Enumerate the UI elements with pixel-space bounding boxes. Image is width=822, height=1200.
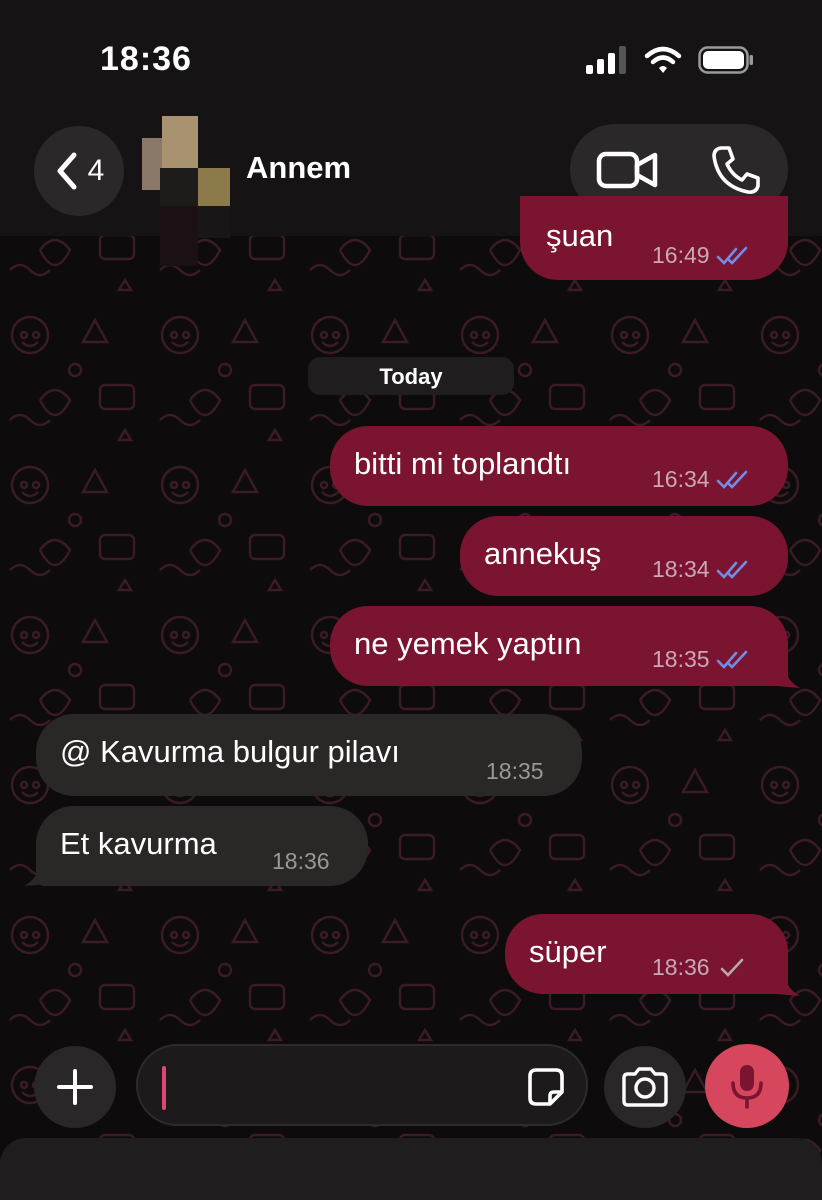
sticker-icon[interactable]: [524, 1066, 568, 1110]
text-cursor: [162, 1066, 166, 1110]
message-meta: 18:35: [486, 758, 544, 785]
message-time: 18:36: [652, 954, 710, 980]
status-icons: [586, 46, 754, 74]
message-text: annekuş: [484, 536, 602, 571]
bubble-tail: [772, 968, 800, 996]
message-meta: 16:49: [652, 242, 752, 269]
chevron-left-icon: [57, 152, 77, 190]
message-text: bitti mi toplandtı: [354, 446, 572, 481]
bubble-tail: [24, 858, 52, 886]
phone-call-icon[interactable]: [710, 144, 762, 196]
message-text: @ Kavurma bulgur pilavı: [60, 734, 400, 769]
message-text: şuan: [546, 218, 614, 253]
message-text: Et kavurma: [60, 826, 217, 861]
message-time: 16:34: [652, 466, 710, 492]
camera-button[interactable]: [604, 1046, 686, 1128]
message-bubble-incoming[interactable]: @ Kavurma bulgur pilavı 18:35: [36, 714, 582, 796]
microphone-icon: [731, 1065, 763, 1109]
status-bar: 18:36: [0, 0, 822, 110]
message-meta: 18:35: [652, 646, 752, 673]
message-meta: 18:36: [652, 954, 752, 981]
message-time: 18:35: [486, 758, 544, 784]
contact-name[interactable]: Annem: [246, 150, 351, 186]
message-meta: 16:34: [652, 466, 752, 493]
unread-count: 4: [87, 154, 105, 187]
message-input[interactable]: [136, 1044, 588, 1126]
read-ticks-icon: [716, 650, 747, 669]
read-ticks-icon: [716, 560, 747, 579]
message-time: 18:34: [652, 556, 710, 582]
message-meta: 18:34: [652, 556, 752, 583]
keyboard-area: [0, 1138, 822, 1200]
wifi-icon: [644, 46, 682, 73]
message-bubble-outgoing[interactable]: ne yemek yaptın 18:35: [330, 606, 788, 686]
message-time: 18:35: [652, 646, 710, 672]
message-bubble-outgoing[interactable]: süper 18:36: [505, 914, 788, 994]
read-ticks-icon: [716, 470, 747, 489]
video-call-icon[interactable]: [596, 146, 660, 194]
date-separator: Today: [308, 357, 514, 395]
microphone-button[interactable]: [705, 1044, 789, 1128]
message-time: 18:36: [272, 848, 330, 874]
cellular-signal-icon: [586, 46, 626, 74]
message-bubble-outgoing[interactable]: bitti mi toplandtı 16:34: [330, 426, 788, 506]
message-meta: 18:36: [272, 848, 330, 875]
status-time: 18:36: [100, 40, 192, 78]
camera-icon: [622, 1067, 668, 1107]
bubble-tail: [772, 660, 800, 688]
read-ticks-icon: [716, 246, 747, 265]
attach-button[interactable]: [34, 1046, 116, 1128]
message-text: süper: [529, 934, 607, 969]
message-text: ne yemek yaptın: [354, 626, 582, 661]
message-bubble-outgoing[interactable]: şuan 16:49: [520, 196, 788, 280]
message-time: 16:49: [652, 242, 710, 268]
message-composer: [0, 1040, 822, 1136]
message-bubble-incoming[interactable]: Et kavurma 18:36: [36, 806, 368, 886]
back-button[interactable]: 4: [34, 126, 124, 216]
avatar[interactable]: [142, 116, 230, 266]
sent-tick-icon: [720, 958, 743, 977]
battery-icon: [698, 46, 753, 74]
message-bubble-outgoing[interactable]: annekuş 18:34: [460, 516, 788, 596]
plus-icon: [57, 1069, 93, 1105]
